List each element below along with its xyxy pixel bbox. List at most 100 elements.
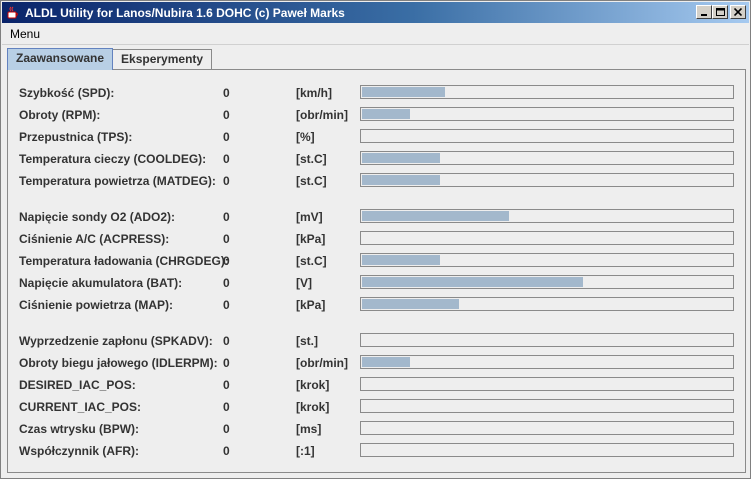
- sensor-unit: [krok]: [296, 400, 330, 414]
- sensor-value: 0: [223, 130, 230, 144]
- progress-bar: [360, 151, 734, 165]
- sensor-value: 0: [223, 378, 230, 392]
- sensor-row: Ciśnienie A/C (ACPRESS): 0 [kPa]: [8, 228, 745, 250]
- minimize-icon: [701, 14, 707, 16]
- sensor-unit: [krok]: [296, 378, 330, 392]
- progress-bar: [360, 297, 734, 311]
- sensor-value: 0: [223, 232, 230, 246]
- progress-bar: [360, 377, 734, 391]
- sensor-row: Przepustnica (TPS): 0 [%]: [8, 126, 745, 148]
- sensor-unit: [obr/min]: [296, 356, 348, 370]
- maximize-button[interactable]: [712, 5, 728, 19]
- sensor-value: 0: [223, 422, 230, 436]
- sensor-unit: [V]: [296, 276, 312, 290]
- sensor-value: 0: [223, 400, 230, 414]
- sensor-label: Obroty (RPM):: [19, 108, 101, 122]
- sensor-row: Obroty biegu jałowego (IDLERPM): 0 [obr/mi…: [8, 352, 745, 374]
- progress-bar-fill: [362, 175, 440, 185]
- sensor-label: Szybkość (SPD):: [19, 86, 115, 100]
- sensor-label: Temperatura ładowania (CHRGDEG):: [19, 254, 229, 268]
- sensor-value: 0: [223, 334, 230, 348]
- tab-zaawansowane[interactable]: Zaawansowane: [7, 48, 114, 70]
- sensor-unit: [mV]: [296, 210, 323, 224]
- sensor-value: 0: [223, 210, 230, 224]
- close-icon: [734, 8, 742, 16]
- sensor-row: Wyprzedzenie zapłonu (SPKADV): 0 [st.]: [8, 330, 745, 352]
- sensor-value: 0: [223, 356, 230, 370]
- progress-bar-fill: [362, 299, 459, 309]
- java-cup-icon: [5, 5, 21, 21]
- sensor-label: Wyprzedzenie zapłonu (SPKADV):: [19, 334, 213, 348]
- sensor-row: Napięcie sondy O2 (ADO2): 0 [mV]: [8, 206, 745, 228]
- sensor-label: Temperatura powietrza (MATDEG):: [19, 174, 216, 188]
- sensor-label: DESIRED_IAC_POS:: [19, 378, 136, 392]
- sensor-label: Ciśnienie powietrza (MAP):: [19, 298, 174, 312]
- sensor-row: Temperatura powietrza (MATDEG): 0 [st.C]: [8, 170, 745, 192]
- sensor-unit: [kPa]: [296, 298, 326, 312]
- sensor-row: CURRENT_IAC_POS: 0 [krok]: [8, 396, 745, 418]
- minimize-button[interactable]: [696, 5, 712, 19]
- sensor-value: 0: [223, 108, 230, 122]
- maximize-icon: [715, 8, 725, 16]
- sensor-value: 0: [223, 86, 230, 100]
- sensor-value: 0: [223, 276, 230, 290]
- sensor-value: 0: [223, 298, 230, 312]
- sensor-unit: [st.C]: [296, 174, 327, 188]
- sensor-row: Napięcie akumulatora (BAT): 0 [V]: [8, 272, 745, 294]
- sensor-label: Czas wtrysku (BPW):: [19, 422, 140, 436]
- sensor-label: CURRENT_IAC_POS:: [19, 400, 142, 414]
- progress-bar: [360, 399, 734, 413]
- progress-bar-fill: [362, 153, 440, 163]
- sensor-unit: [st.C]: [296, 254, 327, 268]
- sensor-label: Napięcie sondy O2 (ADO2):: [19, 210, 176, 224]
- sensor-panel: Szybkość (SPD): 0 [km/h] Obroty (RPM): 0 [obr…: [7, 69, 746, 473]
- sensor-unit: [km/h]: [296, 86, 332, 100]
- sensor-row: Współczynnik (AFR): 0 [:1]: [8, 440, 745, 462]
- sensor-unit: [:1]: [296, 444, 315, 458]
- menu-bar: Menu: [2, 23, 749, 45]
- window-title: ALDL Utility for Lanos/Nubira 1.6 DOHC (…: [25, 5, 345, 20]
- progress-bar: [360, 275, 734, 289]
- sensor-label: Napięcie akumulatora (BAT):: [19, 276, 183, 290]
- progress-bar: [360, 355, 734, 369]
- sensor-value: 0: [223, 152, 230, 166]
- sensor-unit: [st.C]: [296, 152, 327, 166]
- sensor-value: 0: [223, 174, 230, 188]
- sensor-row: Czas wtrysku (BPW): 0 [ms]: [8, 418, 745, 440]
- sensor-value: 0: [223, 444, 230, 458]
- sensor-unit: [st.]: [296, 334, 318, 348]
- close-button[interactable]: [730, 5, 746, 19]
- progress-bar-fill: [362, 255, 440, 265]
- app-window: ALDL Utility for Lanos/Nubira 1.6 DOHC (…: [0, 0, 751, 479]
- progress-bar-fill: [362, 211, 509, 221]
- title-bar[interactable]: ALDL Utility for Lanos/Nubira 1.6 DOHC (…: [2, 2, 749, 23]
- sensor-row: Ciśnienie powietrza (MAP): 0 [kPa]: [8, 294, 745, 316]
- menu-item-menu[interactable]: Menu: [2, 24, 48, 44]
- progress-bar: [360, 421, 734, 435]
- progress-bar: [360, 85, 734, 99]
- tab-eksperymenty[interactable]: Eksperymenty: [112, 49, 213, 70]
- sensor-row: Obroty (RPM): 0 [obr/min]: [8, 104, 745, 126]
- progress-bar: [360, 253, 734, 267]
- progress-bar: [360, 443, 734, 457]
- progress-bar: [360, 107, 734, 121]
- progress-bar: [360, 209, 734, 223]
- sensor-row: DESIRED_IAC_POS: 0 [krok]: [8, 374, 745, 396]
- sensor-row: Temperatura cieczy (COOLDEG): 0 [st.C]: [8, 148, 745, 170]
- progress-bar: [360, 333, 734, 347]
- progress-bar: [360, 129, 734, 143]
- window-controls: [696, 5, 746, 19]
- sensor-label: Ciśnienie A/C (ACPRESS):: [19, 232, 170, 246]
- progress-bar: [360, 173, 734, 187]
- sensor-label: Obroty biegu jałowego (IDLERPM):: [19, 356, 218, 370]
- progress-bar-fill: [362, 87, 445, 97]
- sensor-row: Temperatura ładowania (CHRGDEG): 0 [st.C]: [8, 250, 745, 272]
- progress-bar-fill: [362, 277, 583, 287]
- sensor-label: Temperatura cieczy (COOLDEG):: [19, 152, 207, 166]
- sensor-label: Współczynnik (AFR):: [19, 444, 139, 458]
- progress-bar: [360, 231, 734, 245]
- progress-bar-fill: [362, 109, 410, 119]
- sensor-unit: [kPa]: [296, 232, 326, 246]
- sensor-value: 0: [223, 254, 230, 268]
- sensor-unit: [obr/min]: [296, 108, 348, 122]
